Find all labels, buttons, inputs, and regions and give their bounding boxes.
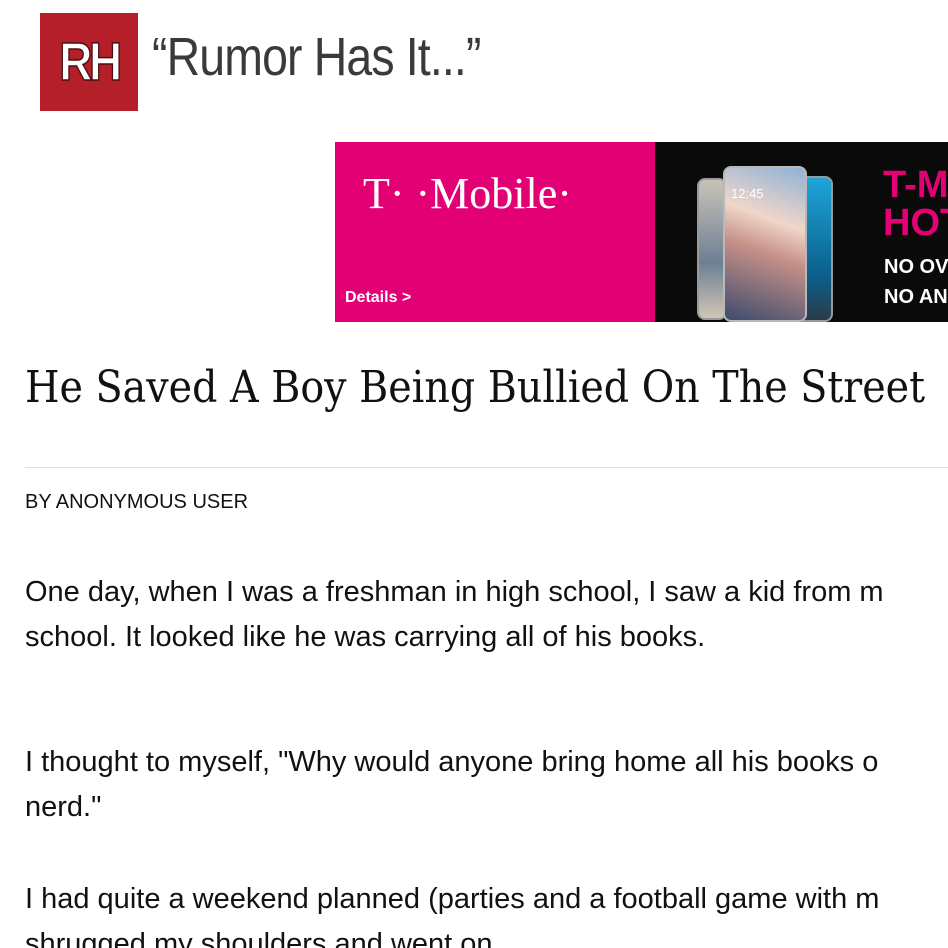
paragraph-line: shrugged my shoulders and went on. (25, 928, 501, 948)
paragraph-line: I thought to myself, "Why would anyone b… (25, 746, 879, 778)
article-title: He Saved A Boy Being Bullied On The Stre… (25, 362, 925, 413)
ad-headline-line: T-M (883, 164, 948, 206)
ad-headline: T-M HOT (883, 166, 948, 242)
ad-subtext-line: NO OV (884, 256, 948, 278)
phone-clock: 12:45 (731, 186, 764, 201)
article-paragraph: I thought to myself, "Why would anyone b… (25, 740, 878, 830)
paragraph-line: nerd." (25, 791, 102, 823)
ad-details-link[interactable]: Details > (345, 289, 411, 307)
article-paragraph: I had quite a weekend planned (parties a… (25, 877, 879, 948)
ad-brand-panel[interactable]: T· ·Mobile· Details > (335, 142, 655, 322)
paragraph-line: I had quite a weekend planned (parties a… (25, 883, 880, 915)
site-name[interactable]: “Rumor Has It...” (152, 26, 481, 88)
ad-subtext: NO OV NO AN (884, 252, 948, 312)
ad-product-panel[interactable]: 12:45 T-M HOT NO OV NO AN (655, 142, 948, 322)
site-header: RH “Rumor Has It...” (40, 13, 534, 111)
site-logo[interactable]: RH (40, 13, 138, 111)
ad-banner[interactable]: T· ·Mobile· Details > 12:45 T-M HOT NO O… (335, 142, 948, 322)
article-byline: BY ANONYMOUS USER (25, 491, 249, 513)
paragraph-line: school. It looked like he was carrying a… (25, 621, 706, 653)
ad-subtext-line: NO AN (884, 286, 948, 308)
ad-brand-logo: T· ·Mobile· (363, 169, 572, 218)
paragraph-line: One day, when I was a freshman in high s… (25, 576, 884, 608)
logo-text: RH (59, 32, 123, 92)
ad-headline-line: HOT (883, 202, 948, 244)
article-paragraph: One day, when I was a freshman in high s… (25, 570, 884, 660)
title-divider (25, 467, 948, 468)
